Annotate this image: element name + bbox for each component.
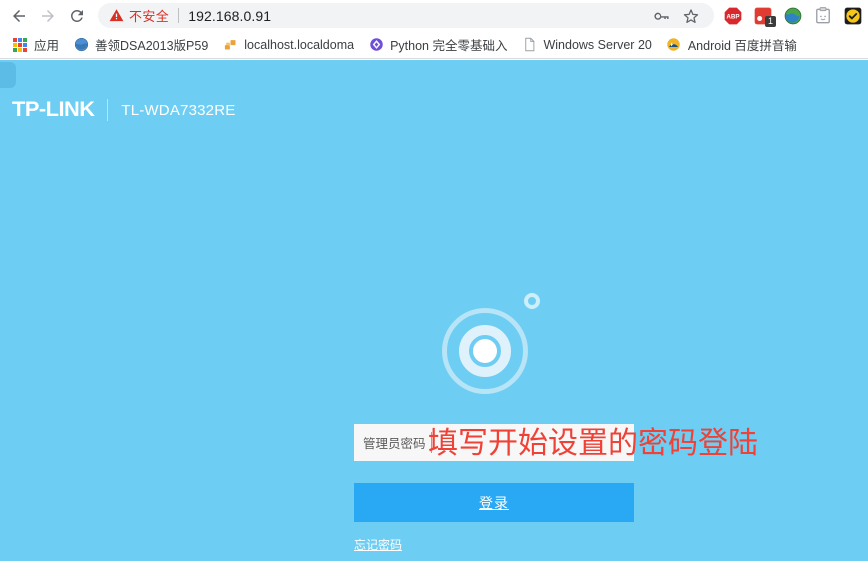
diamond-icon	[368, 37, 384, 53]
page-icon	[521, 37, 537, 53]
bookmark-label: 善领DSA2013版P59	[95, 39, 209, 53]
bookmark-windows-server[interactable]: Windows Server 20	[515, 34, 657, 56]
checkmark-circle-icon[interactable]	[838, 0, 868, 31]
clipboard-icon[interactable]	[808, 0, 838, 31]
back-button[interactable]	[4, 0, 33, 31]
screenshot-root: 不安全 192.168.0.91 ABP 1 应用 善领DSA2013版P59 …	[0, 0, 868, 561]
forgot-password-label: 忘记密码	[354, 538, 403, 552]
bookmark-label: Python 完全零基础入	[390, 39, 508, 53]
star-icon[interactable]	[676, 3, 706, 28]
address-bar[interactable]: 不安全 192.168.0.91	[98, 3, 714, 28]
android-icon	[666, 37, 682, 53]
login-button[interactable]: 登录	[354, 483, 634, 522]
signal-satellite-dot	[524, 293, 540, 309]
router-login-page: TP-LINK TL-WDA7332RE 管理员密码 填写开始设置的密码登陆 登…	[0, 60, 868, 561]
reload-button[interactable]	[62, 0, 91, 31]
bookmark-apps[interactable]: 应用	[6, 34, 65, 56]
bookmarks-bar: 应用 善领DSA2013版P59 localhost.localdoma Pyt…	[0, 31, 868, 59]
bookmark-label: 应用	[34, 39, 60, 53]
reload-icon	[68, 7, 86, 25]
forward-arrow-icon	[39, 7, 57, 25]
router-signal-icon	[440, 290, 548, 398]
bookmark-label: Windows Server 20	[543, 37, 652, 52]
extensions-strip: ABP 1	[718, 0, 868, 31]
bookmark-android-baidu[interactable]: Android 百度拼音输	[660, 34, 803, 56]
download-manager-icon[interactable]: 1	[748, 0, 778, 31]
url-text: 192.168.0.91	[188, 7, 272, 24]
abp-icon[interactable]: ABP	[718, 0, 748, 31]
signal-core	[473, 339, 497, 363]
svg-text:ABP: ABP	[726, 13, 739, 20]
security-status-text: 不安全	[129, 9, 170, 24]
globe-icon[interactable]	[778, 0, 808, 31]
password-placeholder: 管理员密码	[363, 436, 426, 451]
forward-button[interactable]	[33, 0, 62, 31]
browser-toolbar: 不安全 192.168.0.91 ABP 1	[0, 0, 868, 31]
omnibox-divider	[178, 8, 180, 23]
extension-badge: 1	[765, 16, 776, 27]
omnibox-actions	[646, 3, 714, 28]
bookmark-python[interactable]: Python 完全零基础入	[362, 34, 513, 56]
bookmark-localhost[interactable]: localhost.localdoma	[216, 34, 360, 56]
globe-blue-icon	[73, 37, 89, 53]
folder-icon	[222, 37, 238, 53]
forgot-password-link[interactable]: 忘记密码	[354, 536, 402, 553]
bookmark-dsa2013[interactable]: 善领DSA2013版P59	[67, 34, 214, 56]
apps-grid-icon	[12, 37, 28, 53]
login-button-label: 登录	[479, 495, 509, 512]
warning-triangle-icon	[109, 8, 124, 23]
back-arrow-icon	[10, 7, 28, 25]
annotation-text: 填写开始设置的密码登陆	[428, 426, 758, 461]
bookmark-label: localhost.localdoma	[244, 37, 355, 52]
login-form: 管理员密码 填写开始设置的密码登陆 登录 忘记密码	[0, 60, 868, 561]
key-icon[interactable]	[646, 3, 676, 28]
bookmark-label: Android 百度拼音输	[687, 39, 797, 53]
